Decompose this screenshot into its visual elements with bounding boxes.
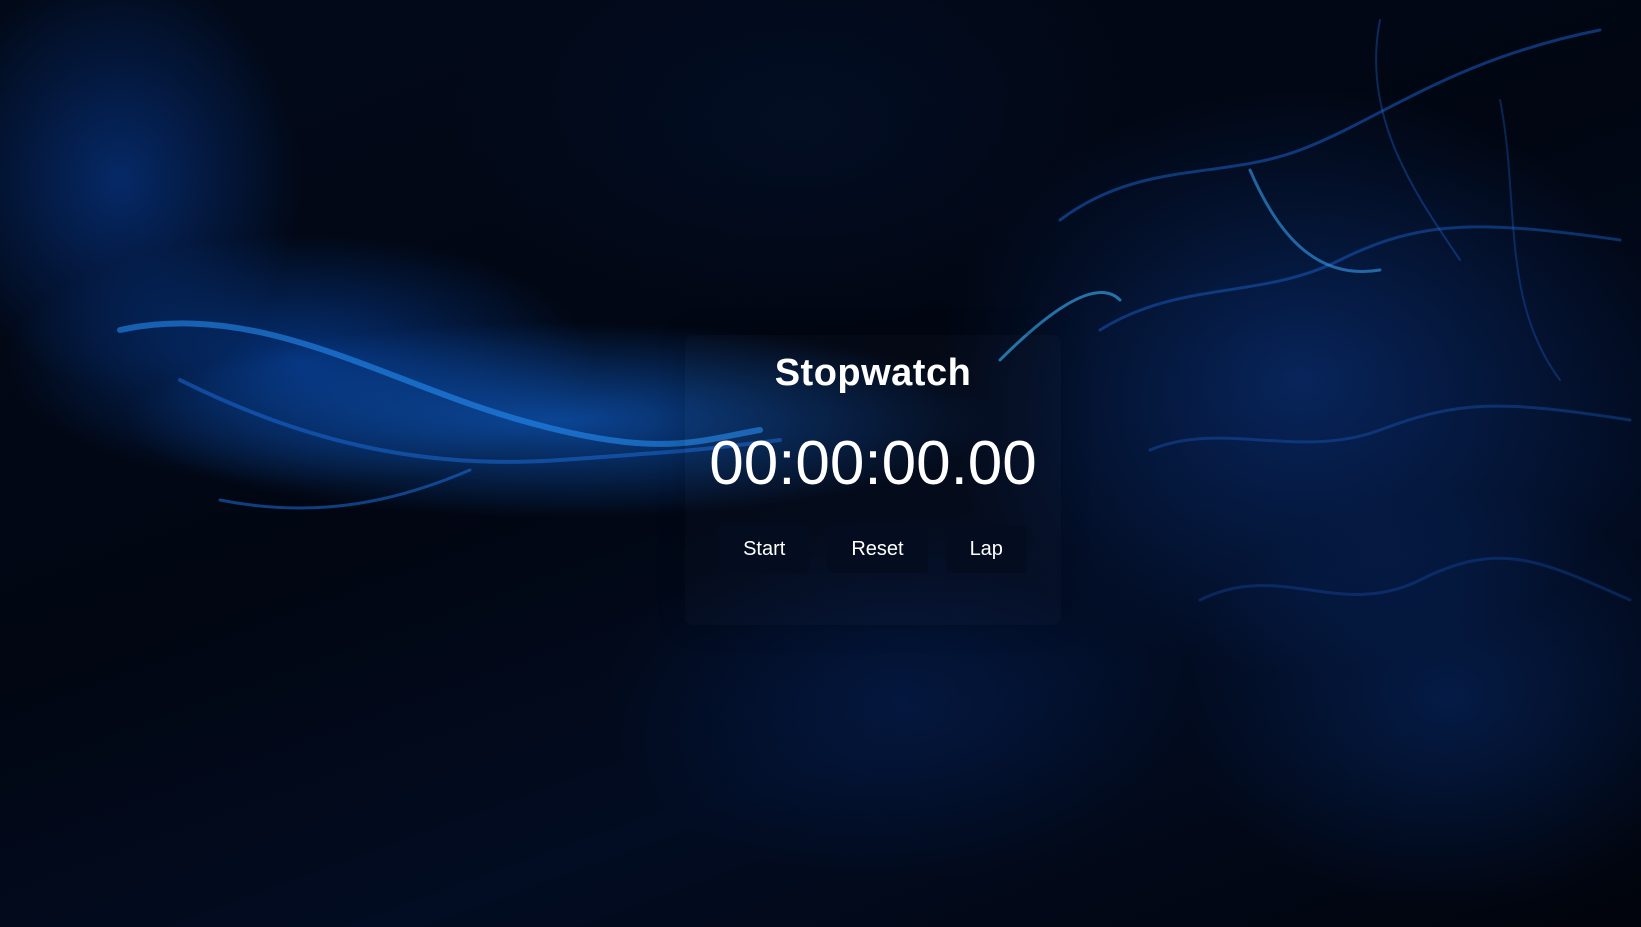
lap-button[interactable]: Lap [945, 525, 1027, 573]
start-button[interactable]: Start [719, 525, 810, 573]
stopwatch-panel: Stopwatch 00:00:00.00 Start Reset Lap [685, 335, 1061, 625]
stopwatch-title: Stopwatch [774, 352, 972, 394]
time-display: 00:00:00.00 [709, 429, 1037, 498]
controls: Start Reset Lap [685, 525, 1061, 573]
reset-button[interactable]: Reset [827, 525, 928, 573]
